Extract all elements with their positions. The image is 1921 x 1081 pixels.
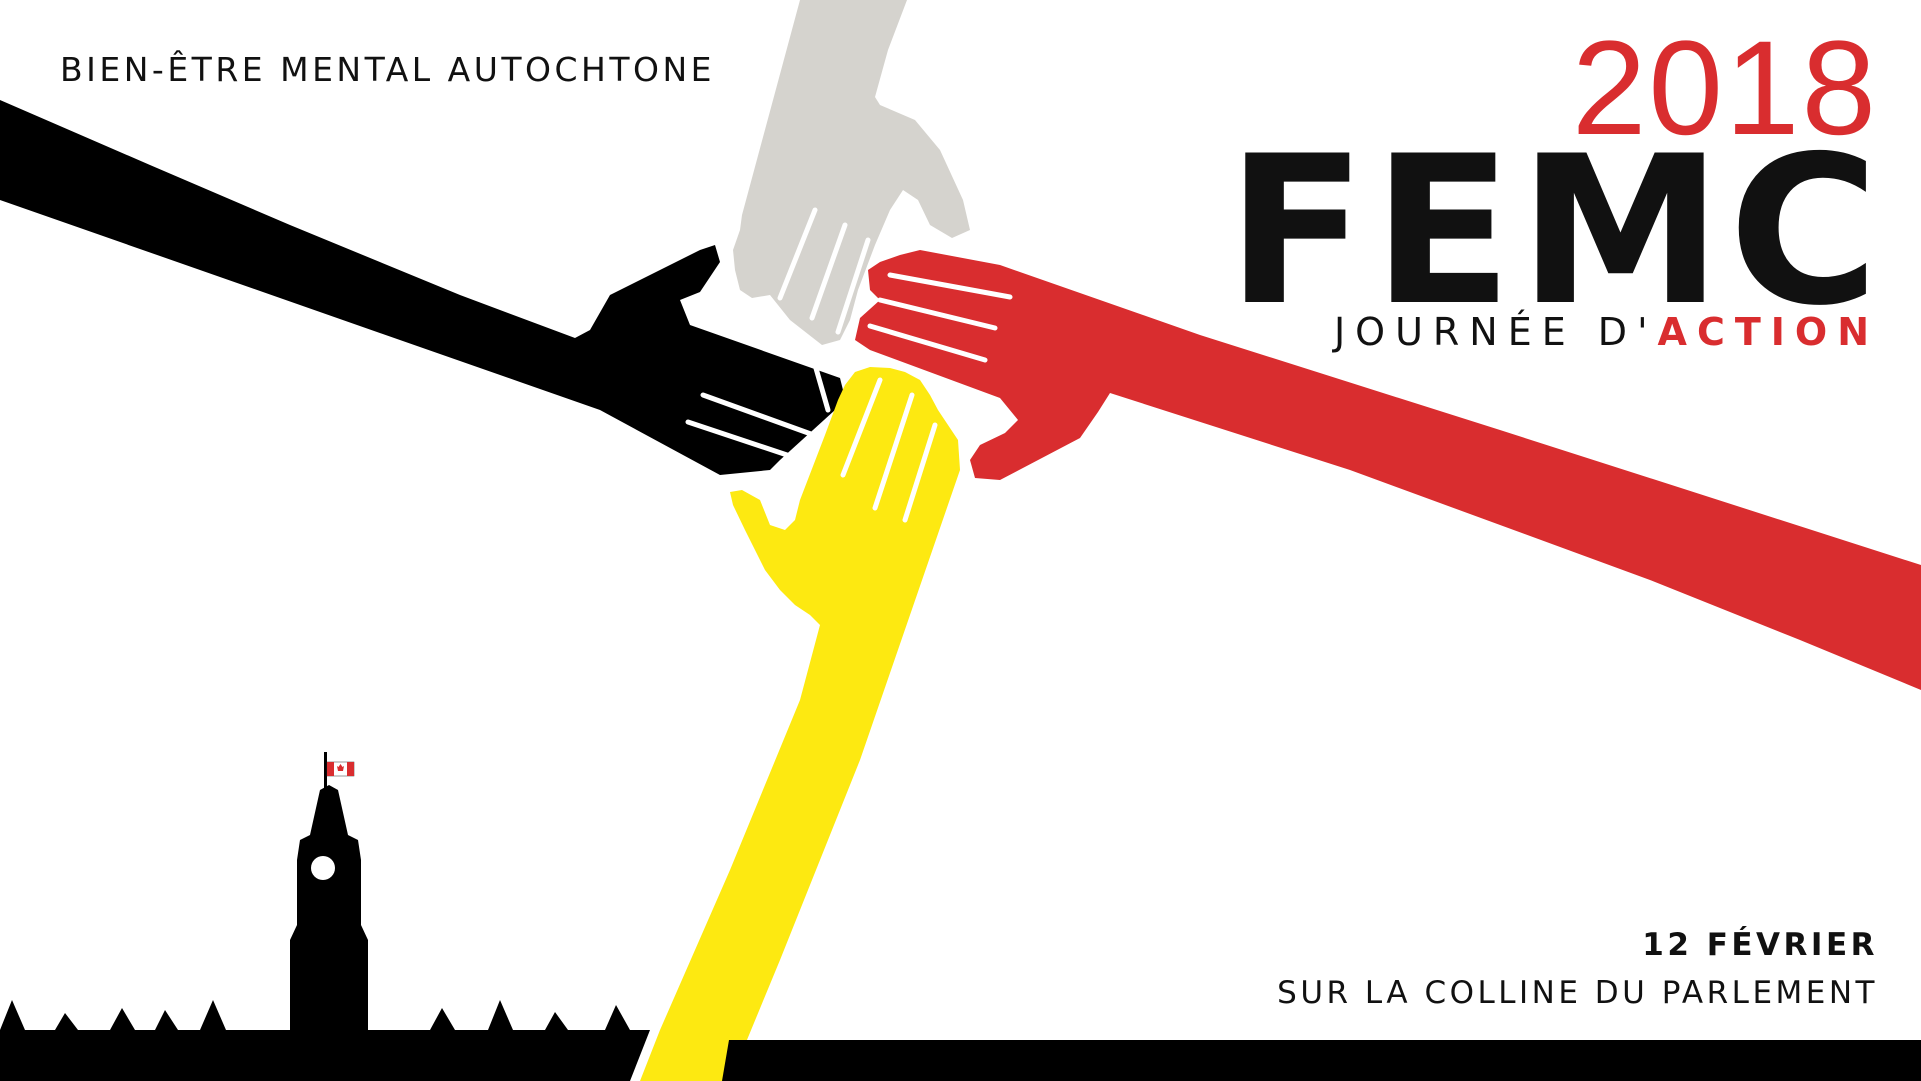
brand-title: FEMC	[1226, 113, 1885, 351]
canadian-flag-icon	[326, 761, 355, 777]
event-location: SUR LA COLLINE DU PARLEMENT	[1277, 975, 1878, 1011]
parliament-peace-tower-skyline	[0, 752, 1921, 1081]
event-date: 12 FÉVRIER	[1642, 927, 1878, 963]
tagline: BIEN-ÊTRE MENTAL AUTOCHTONE	[60, 50, 716, 89]
subtitle-prefix: JOURNÉE D'	[1333, 310, 1658, 354]
event-subtitle: JOURNÉE D'ACTION	[1334, 313, 1879, 351]
yellow-arm-hand	[640, 367, 960, 1081]
subtitle-accent: ACTION	[1657, 310, 1879, 354]
